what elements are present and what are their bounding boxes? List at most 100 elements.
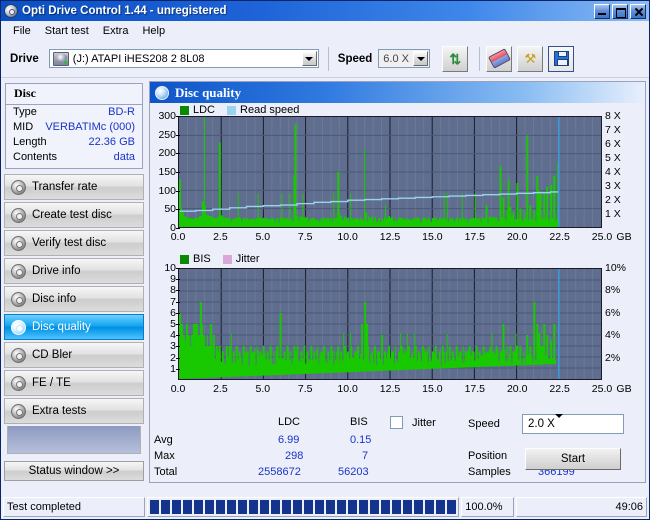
y2-tick-label: 6 X (605, 138, 621, 150)
y-tick-label: 3 (170, 340, 176, 353)
sidebar-item-extra-tests[interactable]: Extra tests (4, 398, 144, 424)
x-tick-label: 5.0 (255, 383, 271, 395)
quality-chart[interactable]: 0 50 100 150 200 250 300 1 X2 X3 X4 X5 X6 X7 X… (150, 110, 644, 246)
x-tick-label: 12.5 (379, 231, 401, 243)
chevron-down-icon[interactable] (413, 51, 429, 66)
disc-icon (11, 375, 26, 391)
toolbar: Drive (J:) ATAPI iHES208 2 8L08 Speed 6.… (1, 40, 649, 78)
samples-label: Samples (468, 466, 511, 478)
window-controls (594, 3, 646, 19)
menu-help[interactable]: Help (135, 24, 172, 38)
drive-label: Drive (10, 52, 39, 65)
close-icon[interactable] (630, 3, 646, 19)
disc-info-title: Disc (6, 84, 142, 105)
sidebar-item-cd-bler[interactable]: CD Bler (4, 342, 144, 368)
toolbar-divider-1 (327, 46, 329, 71)
sidebar-item-label: Disc info (32, 293, 77, 305)
sidebar-item-create-test-disc[interactable]: Create test disc (4, 202, 144, 228)
disc-quality-panel: Disc quality LDC Read speed 0 50 100 150 200… (149, 81, 646, 483)
progress-block (304, 500, 314, 514)
bis-chart-y-axis: 1 2 3 4 5 6 7 8 9 10 (150, 262, 176, 380)
menu-file[interactable]: File (6, 24, 38, 38)
chevron-down-icon[interactable] (554, 414, 563, 430)
progress-block (238, 500, 248, 514)
x-tick-label: 22.5 (549, 231, 570, 243)
bis-chart-plot (178, 268, 602, 380)
progress-block (183, 500, 193, 514)
test-speed-select[interactable]: 2.0 X (522, 414, 624, 434)
refresh-button[interactable]: ⇅ (442, 45, 469, 72)
x-tick-label: 15.0 (422, 383, 443, 395)
tools-button[interactable]: ⚒ (517, 45, 544, 72)
chevron-down-icon[interactable] (301, 51, 317, 66)
app-window: Opti Drive Control 1.44 - unregistered F… (0, 0, 650, 520)
y-tick (176, 324, 180, 325)
jitter-checkbox[interactable] (390, 416, 403, 429)
progress-block (216, 500, 226, 514)
eraser-icon (487, 48, 511, 69)
legend-label-bis: BIS (193, 253, 211, 265)
progress-block (205, 500, 215, 514)
status-window-button[interactable]: Status window >> (4, 461, 144, 481)
minimize-icon[interactable] (594, 3, 610, 19)
y-tick (176, 116, 180, 117)
progress-block (392, 500, 402, 514)
menu-extra[interactable]: Extra (96, 24, 136, 38)
sidebar-item-label: Create test disc (32, 209, 112, 221)
drive-select[interactable]: (J:) ATAPI iHES208 2 8L08 (48, 49, 319, 68)
progress-percent: 100.0% (461, 497, 514, 517)
y2-tick-label: 3 X (605, 180, 621, 192)
sidebar-item-drive-info[interactable]: Drive info (4, 258, 144, 284)
x-tick-label: 7.5 (297, 231, 313, 243)
maximize-icon[interactable] (612, 3, 628, 19)
bis-chart[interactable]: 1 2 3 4 5 6 7 8 9 10 2% 4% 6% 8% 10% 0.0 2.5 5.0 7.5 10.0… (150, 262, 644, 398)
bis-chart-y2-axis: 2% 4% 6% 8% 10% (605, 262, 641, 380)
sidebar-item-transfer-rate[interactable]: Transfer rate (4, 174, 144, 200)
sidebar-item-disc-quality[interactable]: Disc quality (4, 314, 144, 340)
speed-label: Speed (337, 52, 373, 65)
x-tick-label: 0.0 (170, 383, 186, 395)
progress-block (172, 500, 182, 514)
y-tick-label: 6 (170, 306, 176, 319)
disc-icon (11, 235, 26, 251)
y2-tick-label: 4% (605, 329, 621, 342)
sidebar-item-disc-info[interactable]: Disc info (4, 286, 144, 312)
disc-length-label: Length (13, 136, 47, 148)
sidebar-nav: Transfer rate Create test disc Verify te… (4, 174, 144, 454)
y-tick-label: 7 (170, 295, 176, 308)
menu-start-test[interactable]: Start test (38, 24, 96, 38)
progress-block (403, 500, 413, 514)
optical-drive-icon (52, 51, 69, 66)
y-tick-label: 300 (158, 110, 176, 122)
progress-block (337, 500, 347, 514)
progress-block (447, 500, 457, 514)
sidebar-item-fe-te[interactable]: FE / TE (4, 370, 144, 396)
y-tick (176, 209, 180, 211)
y-tick (176, 368, 180, 370)
y2-tick-label: 10% (605, 262, 627, 274)
save-button[interactable] (548, 45, 575, 72)
erase-button[interactable] (486, 45, 513, 72)
legend-swatch-jitter (222, 254, 232, 264)
y-tick-label: 1 (170, 362, 176, 375)
x-tick-label: 17.5 (464, 231, 486, 243)
y2-tick-label: 6% (605, 306, 621, 319)
y-tick (176, 172, 180, 173)
stats-row-max: Max (154, 450, 175, 462)
y2-tick-label: 8% (605, 284, 621, 297)
y-tick (176, 346, 180, 348)
start-button[interactable]: Start (525, 448, 621, 470)
stats-col-ldc: LDC (278, 416, 301, 428)
legend-swatch-ldc (180, 105, 189, 115)
y-tick-label: 8 (170, 284, 176, 297)
sidebar-item-verify-test-disc[interactable]: Verify test disc (4, 230, 144, 256)
speed-select[interactable]: 6.0 X (378, 49, 431, 68)
sidebar-item-label: CD Bler (32, 349, 73, 361)
x-axis-unit-label: GB (616, 383, 632, 395)
stats-col-bis: BIS (350, 416, 368, 428)
window-title: Opti Drive Control 1.44 - unregistered (22, 5, 227, 17)
disc-row-length: Length 22.36 GB (6, 135, 142, 150)
y2-tick-label: 2 X (605, 194, 621, 206)
sidebar-item-label: Disc quality (32, 321, 91, 333)
x-tick-label: 20.0 (506, 383, 528, 395)
